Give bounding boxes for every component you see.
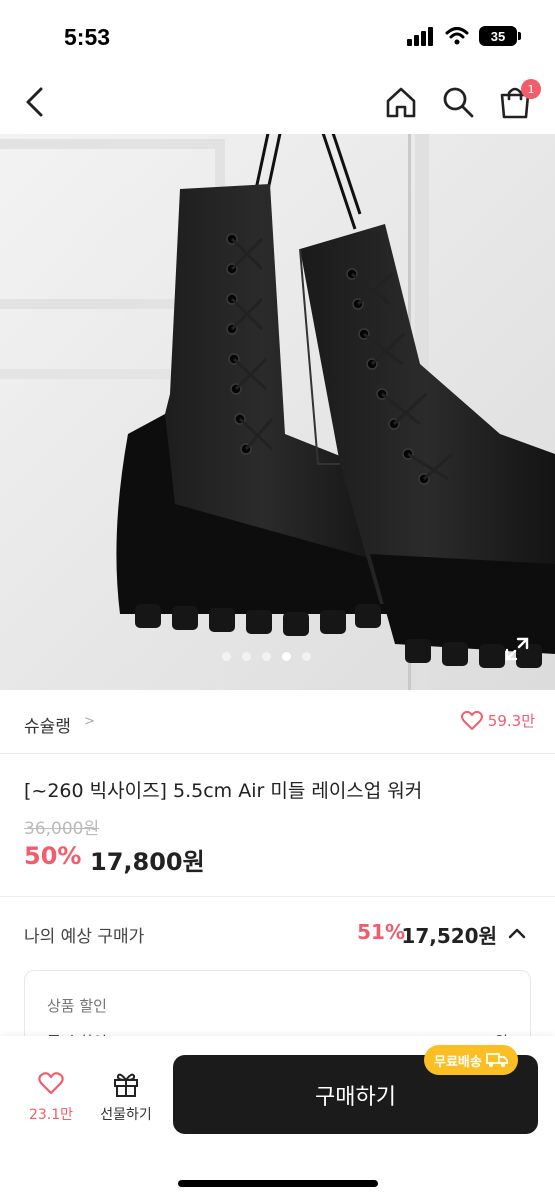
wishlist-button[interactable]: 23.1만 [22,1070,80,1130]
brand-row[interactable]: 슈슐랭 > 59.3만 [0,690,555,754]
heart-icon[interactable] [460,710,483,731]
gift-label: 선물하기 [100,1107,152,1123]
brand-name[interactable]: 슈슐랭 [24,712,71,737]
home-indicator [178,1180,378,1187]
sale-price: 17,800원 [90,848,205,876]
carousel-dot[interactable] [222,652,231,661]
card-title: 상품 할인 [47,997,107,1015]
truck-icon [485,1053,508,1067]
status-bar: 5:53 35 [0,0,555,70]
gift-button[interactable]: 선물하기 [90,1070,162,1130]
original-price: 36,000원 [24,819,100,839]
carousel-dot-active[interactable] [282,652,291,661]
estimated-discount-rate: 51% [357,920,405,944]
battery-indicator: 35 [479,26,521,46]
carousel-dot[interactable] [262,652,271,661]
chevron-right-icon: > [84,714,95,729]
wifi-icon [445,27,469,45]
carousel-indicator [222,652,311,661]
product-photo [0,134,555,690]
estimated-price-label: 나의 예상 구매가 [24,927,145,947]
home-icon[interactable] [383,84,419,120]
brand-like-count: 59.3만 [487,712,535,730]
status-time: 5:53 [64,24,111,50]
product-title: [~260 빅사이즈] 5.5cm Air 미들 레이스업 워커 [24,780,423,802]
bottom-action-bar: 23.1만 선물하기 구매하기 무료배송 [0,1036,555,1200]
wishlist-count: 23.1만 [28,1107,74,1123]
chevron-up-icon[interactable] [506,922,528,944]
expand-icon[interactable] [504,636,530,662]
estimated-price: 17,520원 [401,924,497,948]
free-shipping-badge: 무료배송 [424,1045,518,1075]
discount-rate: 50% [24,842,82,870]
free-shipping-label: 무료배송 [434,1054,482,1070]
section-divider [0,896,555,897]
status-icons: 35 [407,26,521,46]
chevron-left-icon[interactable] [18,84,54,120]
carousel-dot[interactable] [242,652,251,661]
gift-icon [114,1073,138,1097]
brand-like[interactable]: 59.3만 [460,710,535,731]
signal-icon [407,27,433,46]
carousel-dot[interactable] [302,652,311,661]
nav-bar [0,70,555,134]
product-image-carousel[interactable] [0,134,555,690]
heart-icon [38,1072,64,1095]
cart-count-badge: 1 [521,79,541,99]
search-icon[interactable] [440,84,476,120]
